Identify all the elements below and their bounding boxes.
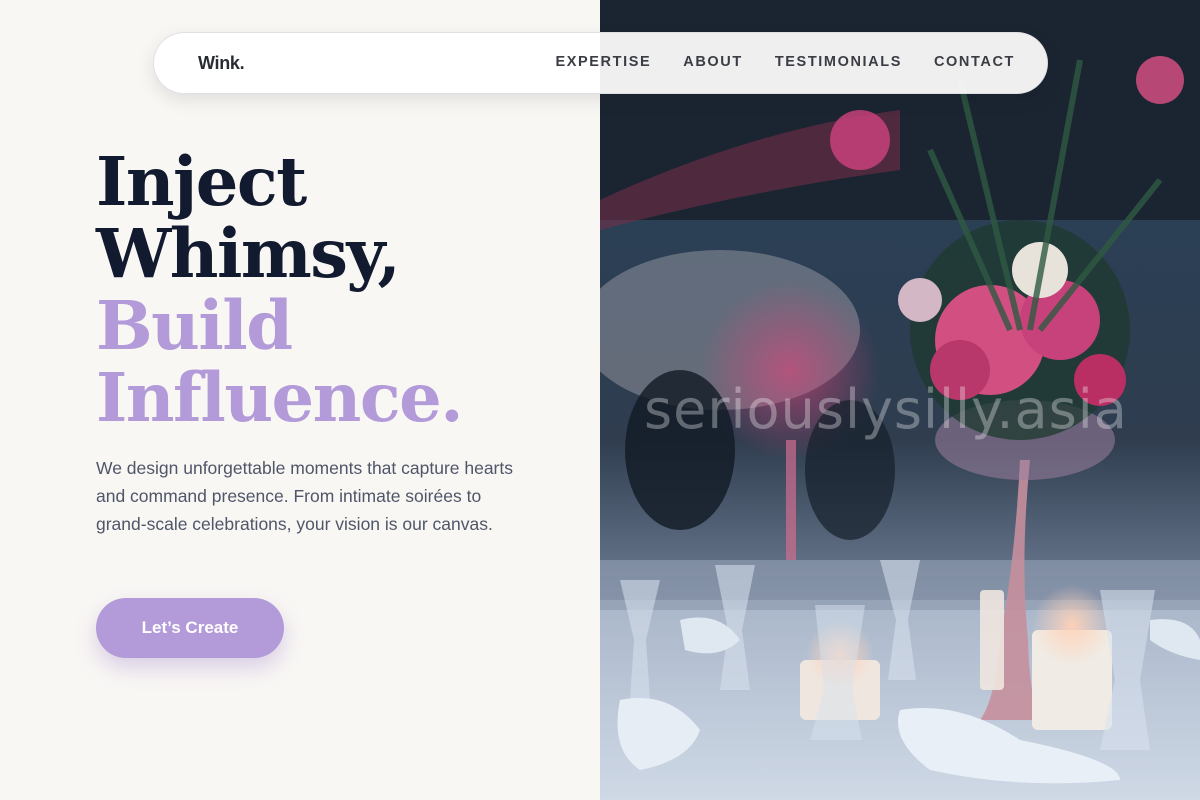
hero-headline: Inject Whimsy, Build Influence.: [96, 142, 464, 437]
headline-line-4: Influence.: [96, 358, 464, 437]
photo-watermark: seriouslysilly.asia: [644, 378, 1128, 441]
hero-section: Inject Whimsy, Build Influence. We desig…: [0, 0, 600, 800]
nav-link-expertise[interactable]: EXPERTISE: [555, 54, 651, 70]
brand-logo[interactable]: Wink.: [198, 53, 245, 74]
nav-links: EXPERTISE ABOUT TESTIMONIALS CONTACT: [555, 54, 1015, 70]
headline-line-1: Inject: [96, 142, 307, 221]
top-navigation: Wink. EXPERTISE ABOUT TESTIMONIALS CONTA…: [153, 32, 1048, 94]
hero-description: We design unforgettable moments that cap…: [96, 458, 514, 534]
nav-link-contact[interactable]: CONTACT: [934, 54, 1015, 70]
headline-line-3: Build: [96, 286, 293, 365]
lets-create-button[interactable]: Let’s Create: [96, 598, 284, 658]
nav-link-testimonials[interactable]: TESTIMONIALS: [775, 54, 902, 70]
nav-link-about[interactable]: ABOUT: [683, 54, 743, 70]
event-photo: seriouslysilly.asia: [600, 0, 1200, 800]
headline-line-2: Whimsy,: [96, 214, 401, 293]
